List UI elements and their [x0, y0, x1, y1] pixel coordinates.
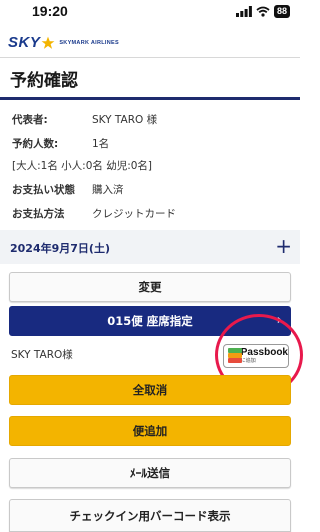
change-button[interactable]: 変更 — [9, 272, 291, 302]
status-icons: 88 — [235, 5, 290, 18]
passenger-breakdown: [大人:1名 小人:0名 幼児:0名] — [12, 160, 153, 172]
logo-subtext: SKYMARK AIRLINES — [59, 39, 119, 46]
chevron-right-icon: › — [276, 313, 282, 328]
change-button-label: 変更 — [138, 280, 162, 294]
status-bar: 19:20 88 — [0, 0, 300, 24]
flight-date: 2024年9月7日(土) — [10, 242, 110, 255]
breakdown-row: [大人:1名 小人:0名 幼児:0名] — [12, 158, 152, 173]
passbook-subtitle: に追加 — [240, 358, 256, 364]
checkin-barcode-label: チェックイン用バーコード表示 — [69, 508, 231, 523]
payment-status-value: 購入済 — [92, 184, 124, 196]
add-flight-button[interactable]: 便追加 — [9, 416, 291, 446]
representative-value: SKY TARO 様 — [92, 114, 158, 126]
passenger-name: SKY TARO様 — [11, 349, 73, 361]
count-label: 予約人数: — [12, 138, 59, 150]
skymark-logo: SKY SKYMARK AIRLINES — [8, 34, 119, 51]
brand-header: SKY SKYMARK AIRLINES — [0, 26, 300, 58]
passbook-icon — [228, 348, 242, 364]
send-mail-button[interactable]: ﾒｰﾙ送信 — [9, 458, 291, 488]
checkin-barcode-button[interactable]: チェックイン用バーコード表示 — [9, 499, 291, 532]
cancel-all-button[interactable]: 全取消 — [9, 375, 291, 405]
payment-method-label: お支払方法 — [12, 208, 65, 220]
cancel-all-label: 全取消 — [132, 383, 168, 397]
seat-select-button[interactable]: 015便 座席指定 › — [9, 306, 291, 336]
add-to-passbook-button[interactable]: Passbook に追加 — [223, 344, 289, 368]
representative-label: 代表者: — [12, 114, 48, 126]
payment-status-label: お支払い状態 — [12, 184, 75, 196]
flight-date-header[interactable]: 2024年9月7日(土) + — [0, 230, 300, 264]
seat-select-label: 015便 座席指定 — [107, 314, 193, 328]
star-icon — [41, 36, 55, 49]
title-divider — [0, 97, 300, 100]
wifi-icon — [256, 6, 270, 17]
battery-icon: 88 — [273, 5, 290, 18]
signal-icon — [235, 6, 252, 17]
passbook-title: Passbook — [240, 347, 288, 358]
count-value: 1名 — [92, 138, 110, 150]
logo-text: SKY — [8, 34, 41, 51]
expand-plus-icon[interactable]: + — [275, 234, 292, 258]
payment-method-value: クレジットカード — [92, 208, 176, 220]
send-mail-label: ﾒｰﾙ送信 — [129, 466, 171, 480]
add-flight-label: 便追加 — [132, 424, 168, 438]
page-title: 予約確認 — [10, 71, 78, 91]
status-time: 19:20 — [32, 3, 68, 19]
